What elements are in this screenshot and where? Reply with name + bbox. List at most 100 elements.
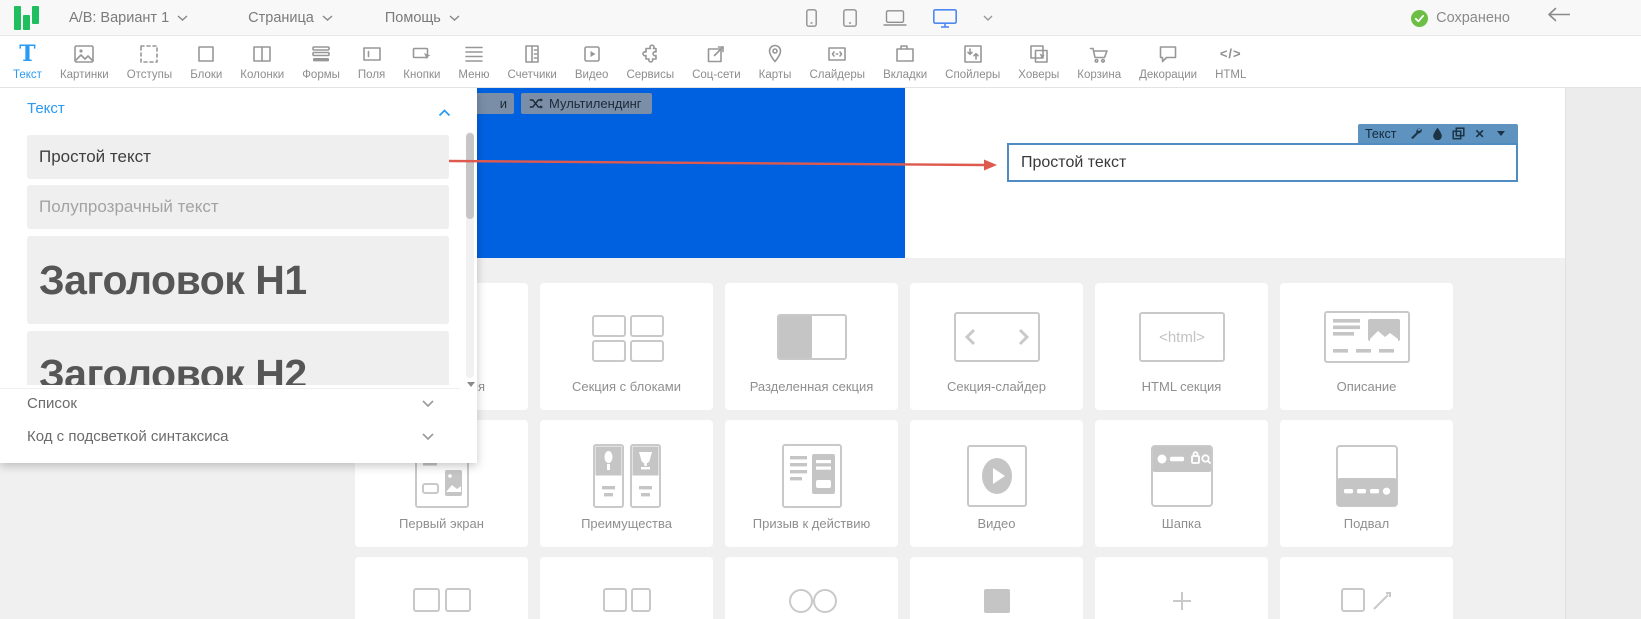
ribbon-item-html[interactable]: </> HTML [1206,36,1255,88]
advantages-icon [591,442,663,510]
template-partial[interactable] [355,557,528,619]
chevron-up-icon[interactable] [438,104,451,122]
ribbon-item-fields[interactable]: Поля [349,36,394,88]
top-bar: A/B: Вариант 1 Страница Помощь Сохранено [0,0,1641,36]
back-button[interactable] [1547,7,1571,27]
buttons-icon [410,42,434,66]
panel-scrollbar[interactable] [466,132,474,378]
device-desktop-button[interactable] [933,9,957,28]
scrollbar-thumb[interactable] [466,133,474,219]
element-more-button[interactable] [1490,124,1511,143]
text-elements-panel: Текст Простой текст Полупрозрачный текст… [0,88,477,463]
partial-icon [781,579,843,619]
description-section-icon [1322,309,1412,365]
split-section-icon [774,309,850,365]
saved-check-icon [1411,10,1428,27]
template-video[interactable]: Видео [910,420,1083,547]
forms-icon [309,42,333,66]
ribbon-item-images[interactable]: Картинки [51,36,118,88]
element-settings-button[interactable] [1406,124,1427,143]
dropped-text-element[interactable]: Простой текст [1007,143,1518,182]
editor-canvas: и Мультилендинг Пустая секция Секция с б… [0,88,1641,619]
text-icon: T [19,42,35,66]
page-menu[interactable]: Страница [248,10,333,26]
element-style-button[interactable] [1427,124,1448,143]
chevron-down-icon [422,433,434,440]
social-share-icon [704,42,728,66]
template-partial[interactable] [540,557,713,619]
template-slider-section[interactable]: Секция-слайдер [910,283,1083,410]
chevron-down-icon [177,15,188,21]
element-toolbar: Текст ✕ [1358,124,1518,143]
ribbon-item-blocks[interactable]: Блоки [181,36,231,88]
canvas-gutter [1565,88,1641,619]
help-menu[interactable]: Помощь [385,10,460,26]
save-status-label: Сохранено [1436,10,1510,26]
elements-ribbon: T Текст Картинки Отступы Блоки Колонки Ф… [0,36,1641,88]
device-laptop-button[interactable] [883,10,907,26]
ribbon-item-decorations[interactable]: Декорации [1130,36,1206,88]
image-icon [72,42,96,66]
chevron-down-icon [983,15,993,21]
template-footer[interactable]: Подвал [1280,420,1453,547]
wrench-icon [1410,127,1423,140]
accordion-list[interactable]: Список [0,388,460,418]
ribbon-item-columns[interactable]: Колонки [231,36,293,88]
ribbon-item-hovers[interactable]: Ховеры [1009,36,1068,88]
element-duplicate-button[interactable] [1448,124,1469,143]
element-delete-button[interactable]: ✕ [1469,124,1490,143]
ribbon-item-maps[interactable]: Карты [750,36,801,88]
device-more-button[interactable] [983,15,993,21]
device-switcher [806,0,993,36]
droplet-icon [1432,127,1443,140]
ribbon-item-menu[interactable]: Меню [449,36,498,88]
ribbon-item-services[interactable]: Сервисы [617,36,683,88]
device-tablet-button[interactable] [843,9,857,27]
tabs-icon [893,42,917,66]
template-partial[interactable] [1095,557,1268,619]
save-status: Сохранено [1411,0,1510,36]
partial-icon [966,579,1028,619]
ribbon-item-margins[interactable]: Отступы [118,36,181,88]
cta-icon [780,442,844,510]
map-pin-icon [763,42,787,66]
template-blocks-section[interactable]: Секция с блоками [540,283,713,410]
phone-icon [806,9,817,27]
header-section-icon [1148,442,1216,510]
device-phone-button[interactable] [806,9,817,27]
html-code-icon: </> [1220,42,1242,66]
template-cta[interactable]: Призыв к действию [725,420,898,547]
template-header[interactable]: Шапка [1095,420,1268,547]
ribbon-item-tabs[interactable]: Вкладки [874,36,936,88]
ribbon-item-forms[interactable]: Формы [293,36,349,88]
panel-header-text[interactable]: Текст [27,100,65,117]
template-partial[interactable] [1280,557,1453,619]
hovers-icon [1027,42,1051,66]
ribbon-item-counters[interactable]: Счетчики [499,36,566,88]
panel-item-heading-h1[interactable]: Заголовок H1 [27,236,449,324]
template-split-section[interactable]: Разделенная секция [725,283,898,410]
multilanding-badge[interactable]: Мультилендинг [521,93,652,114]
ribbon-item-sliders[interactable]: Слайдеры [800,36,874,88]
scrollbar-down-arrow[interactable] [467,382,475,387]
template-advantages[interactable]: Преимущества [540,420,713,547]
ribbon-item-text[interactable]: T Текст [4,36,51,88]
slider-icon [825,42,849,66]
template-partial[interactable] [725,557,898,619]
template-description-section[interactable]: Описание [1280,283,1453,410]
ab-variant-menu[interactable]: A/B: Вариант 1 [69,10,188,26]
columns-icon [250,42,274,66]
ribbon-item-social[interactable]: Соц-сети [683,36,750,88]
ribbon-item-video[interactable]: Видео [566,36,618,88]
accordion-code-highlight[interactable]: Код с подсветкой синтаксиса [0,421,460,451]
tablet-icon [843,9,857,27]
ribbon-item-cart[interactable]: Корзина [1068,36,1130,88]
panel-item-heading-h2[interactable]: Заголовок H2 [27,331,449,385]
template-html-section[interactable]: <html> HTML секция [1095,283,1268,410]
arrow-left-icon [1547,7,1571,22]
template-partial[interactable] [910,557,1083,619]
panel-item-plain-text[interactable]: Простой текст [27,135,449,179]
ribbon-item-buttons[interactable]: Кнопки [394,36,449,88]
ribbon-item-spoilers[interactable]: Спойлеры [936,36,1009,88]
panel-item-translucent-text[interactable]: Полупрозрачный текст [27,185,449,229]
